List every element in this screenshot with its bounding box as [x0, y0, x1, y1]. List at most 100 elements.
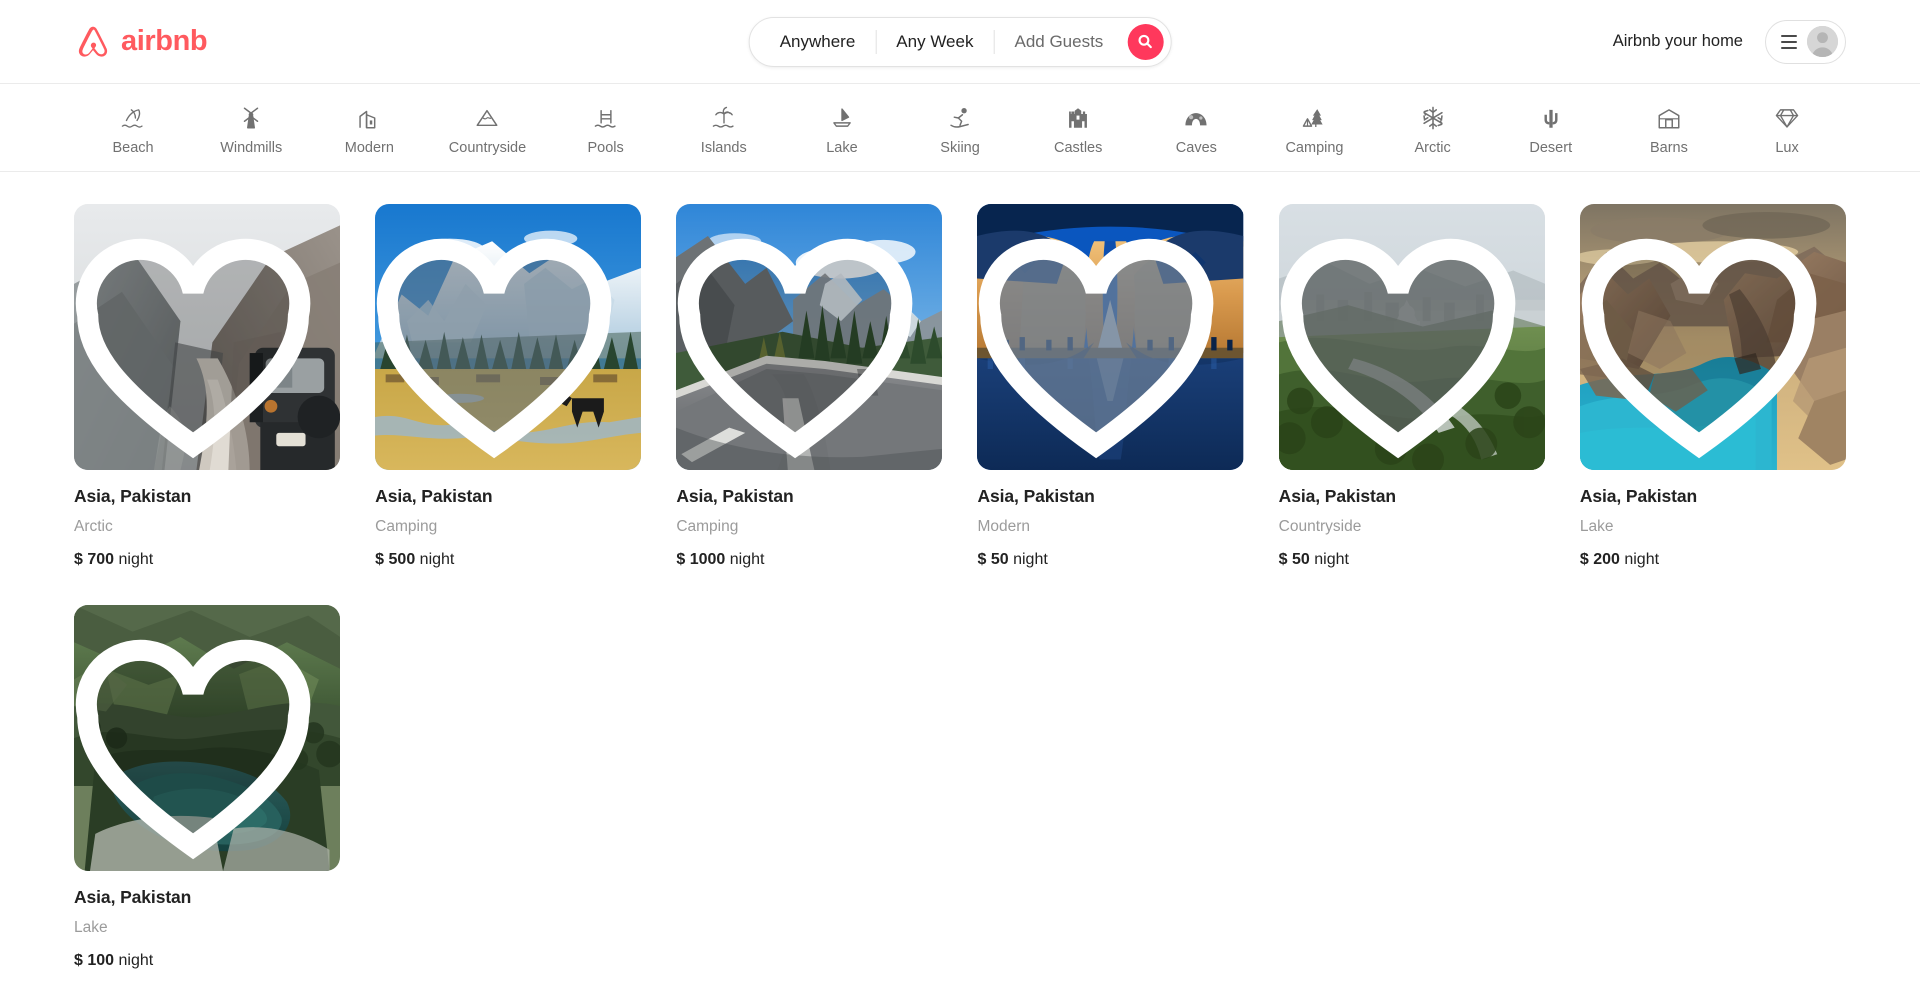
listing-title: Asia, Pakistan [74, 486, 192, 507]
price-currency: $ [1278, 551, 1288, 569]
listing-price: $ 1000 night [676, 551, 942, 569]
search-submit-button[interactable] [1127, 23, 1164, 60]
category-lux[interactable]: Lux [1728, 99, 1846, 156]
price-amount: 100 [87, 952, 115, 970]
category-skiing[interactable]: Skiing [901, 99, 1019, 156]
category-modern[interactable]: Modern [310, 99, 428, 156]
category-label: Arctic [1414, 140, 1451, 156]
category-filter-bar: Beach Windmills Modern Countryside Pools… [0, 84, 1920, 172]
castle-icon [1069, 108, 1088, 128]
listing-image[interactable] [1579, 204, 1846, 471]
search-guests[interactable]: Add Guests [994, 32, 1123, 52]
app-root: airbnb Anywhere Any Week Add Guests Airb… [0, 0, 1920, 994]
heart-icon[interactable] [375, 218, 627, 470]
listing-image[interactable] [1278, 204, 1545, 471]
price-amount: 50 [1292, 551, 1310, 569]
listing-image[interactable] [676, 204, 943, 471]
listing-card[interactable]: Asia, Pakistan Camping $ 1000 night [676, 204, 943, 569]
airbnb-your-home-link[interactable]: Airbnb your home [1613, 32, 1743, 51]
price-unit: night [1624, 551, 1660, 569]
beach-umbrella-icon [121, 109, 143, 128]
category-label: Beach [112, 140, 154, 156]
price-unit: night [1314, 551, 1349, 569]
listing-category: Arctic [74, 518, 113, 536]
price-unit: night [1013, 551, 1048, 569]
category-camping[interactable]: Camping [1255, 99, 1373, 156]
category-label: Islands [700, 140, 747, 156]
price-currency: $ [74, 551, 83, 569]
user-menu-button[interactable] [1765, 19, 1846, 64]
island-palm-icon [712, 106, 734, 128]
heart-icon[interactable] [676, 218, 928, 470]
listing-price: $ 200 night [1580, 551, 1846, 569]
category-barns[interactable]: Barns [1610, 99, 1728, 156]
listing-title: Asia, Pakistan [977, 486, 1095, 507]
listing-price: $ 100 night [74, 952, 340, 970]
airbnb-logo[interactable]: airbnb [74, 23, 208, 61]
price-amount: 50 [990, 551, 1009, 569]
user-avatar-icon [1807, 26, 1838, 57]
search-when[interactable]: Any Week [876, 32, 993, 52]
listing-card[interactable]: Asia, Pakistan Arctic $ 700 night [74, 204, 341, 569]
listing-card[interactable]: Asia, Pakistan Lake $ 200 night [1579, 204, 1846, 569]
search-where[interactable]: Anywhere [760, 32, 876, 52]
price-amount: 200 [1593, 551, 1620, 569]
listing-category: Countryside [1278, 518, 1362, 536]
heart-icon[interactable] [1279, 218, 1531, 470]
category-lake[interactable]: Lake [783, 99, 901, 156]
windmill-icon [243, 107, 259, 129]
category-label: Lux [1775, 140, 1799, 156]
search-bar[interactable]: Anywhere Any Week Add Guests [748, 16, 1172, 67]
listing-title: Asia, Pakistan [74, 887, 192, 908]
category-arctic[interactable]: Arctic [1374, 99, 1492, 156]
listing-card[interactable]: Asia, Pakistan Lake $ 100 night [74, 605, 341, 970]
listing-image[interactable] [977, 204, 1244, 471]
header-actions: Airbnb your home [1613, 19, 1846, 64]
heart-icon[interactable] [74, 619, 326, 871]
category-label: Desert [1529, 140, 1573, 156]
heart-icon[interactable] [977, 218, 1229, 470]
listing-card[interactable]: Asia, Pakistan Modern $ 50 night [977, 204, 1244, 569]
camping-tent-tree-icon [1303, 109, 1324, 127]
heart-icon[interactable] [1580, 218, 1832, 470]
snowflake-icon [1422, 106, 1443, 130]
category-label: Skiing [940, 140, 980, 156]
listing-category: Camping [676, 518, 739, 536]
category-countryside[interactable]: Countryside [428, 99, 546, 156]
category-islands[interactable]: Islands [665, 99, 783, 156]
listing-category: Modern [977, 518, 1031, 536]
category-label: Barns [1649, 140, 1688, 156]
barn-icon [1658, 109, 1680, 129]
category-label: Pools [587, 140, 624, 156]
listing-title: Asia, Pakistan [1278, 486, 1396, 507]
category-label: Windmills [220, 140, 283, 156]
listing-image[interactable] [74, 204, 341, 471]
category-caves[interactable]: Caves [1137, 99, 1255, 156]
listing-title: Asia, Pakistan [1579, 486, 1698, 507]
price-amount: 1000 [689, 551, 726, 569]
listing-card[interactable]: Asia, Pakistan Camping $ 500 night [375, 204, 642, 569]
search-icon [1138, 34, 1152, 49]
category-pools[interactable]: Pools [547, 99, 665, 156]
category-label: Camping [1285, 140, 1344, 156]
price-currency: $ [977, 551, 987, 569]
logo-wordmark: airbnb [121, 25, 208, 57]
listing-image[interactable] [375, 204, 642, 471]
category-label: Modern [344, 140, 394, 156]
heart-icon[interactable] [74, 218, 326, 470]
price-currency: $ [74, 952, 83, 970]
listing-card[interactable]: Asia, Pakistan Countryside $ 50 night [1278, 204, 1545, 569]
listing-price: $ 50 night [1279, 551, 1545, 569]
listing-image[interactable] [74, 605, 341, 872]
category-desert[interactable]: Desert [1492, 99, 1610, 156]
lake-boat-icon [833, 108, 851, 127]
category-castles[interactable]: Castles [1019, 99, 1137, 156]
price-amount: 500 [388, 551, 416, 569]
pool-icon [594, 109, 616, 128]
listings-grid: Asia, Pakistan Arctic $ 700 night Asia, … [0, 172, 1920, 970]
listing-category: Camping [375, 518, 438, 536]
skier-icon [950, 108, 969, 128]
category-windmills[interactable]: Windmills [192, 99, 310, 156]
category-beach[interactable]: Beach [74, 99, 192, 156]
mountain-icon [477, 109, 498, 127]
